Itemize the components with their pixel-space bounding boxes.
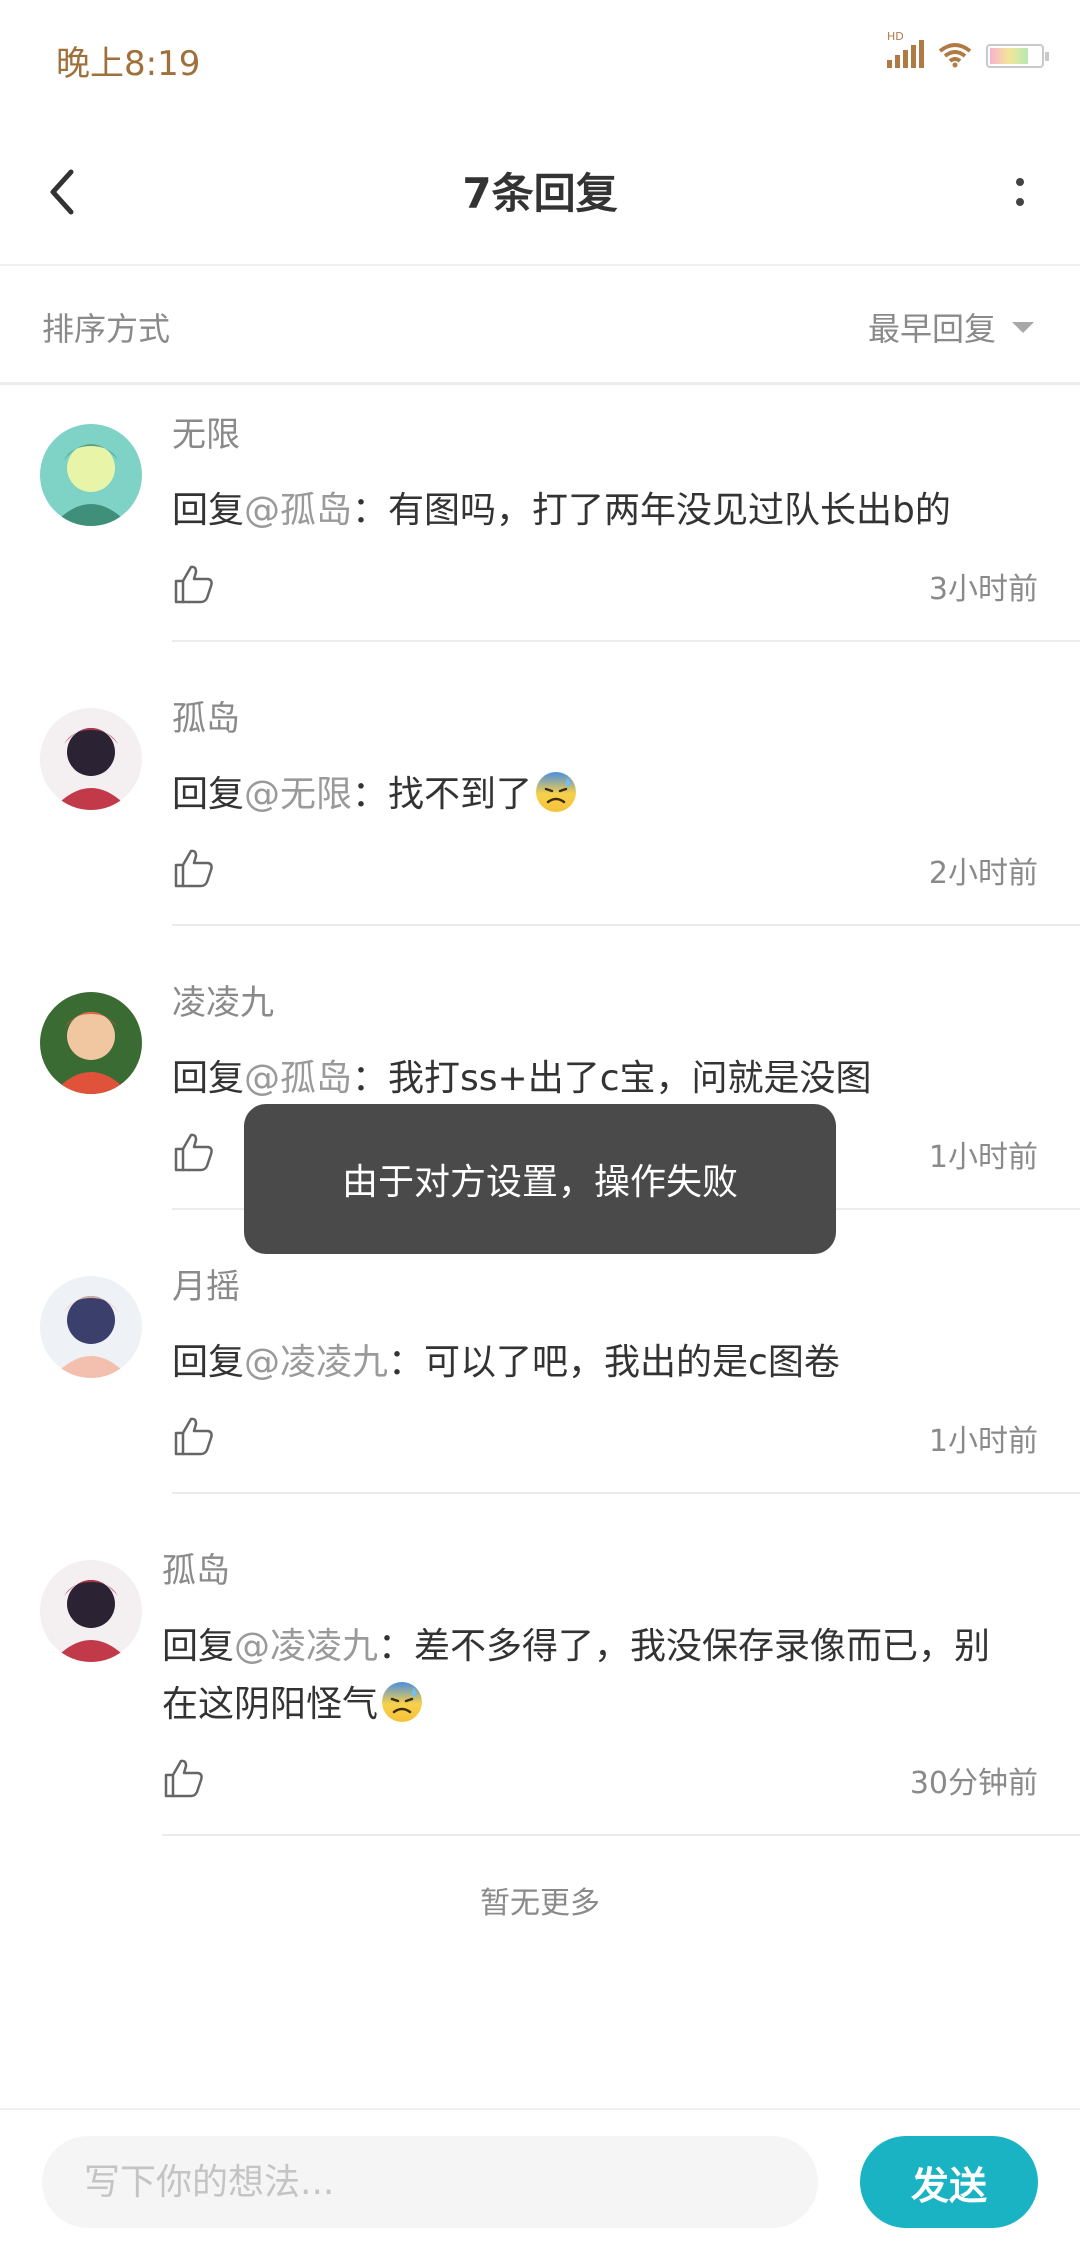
- reply-mention[interactable]: @凌凌九: [234, 1626, 378, 1667]
- reply-mention[interactable]: @凌凌九: [244, 1342, 388, 1383]
- reply-prefix: 回复: [172, 774, 245, 815]
- hd-label: HD: [887, 30, 904, 43]
- comment-author[interactable]: 无限: [172, 414, 1080, 456]
- reply-mention[interactable]: @孤岛: [244, 490, 352, 531]
- more-button[interactable]: [990, 162, 1050, 222]
- comment-time: 2小时前: [928, 856, 1038, 891]
- comment-divider: [162, 1834, 1080, 1836]
- reply-prefix: 回复: [172, 1058, 245, 1099]
- thumbs-up-icon: [174, 565, 213, 604]
- send-button[interactable]: 发送: [860, 2136, 1038, 2228]
- comment-footer: 30分钟前: [162, 1748, 1080, 1808]
- reply-prefix: 回复: [172, 1342, 245, 1383]
- reply-prefix: 回复: [162, 1626, 235, 1667]
- thumbs-up-icon: [174, 849, 213, 888]
- nav-bar: 7条回复: [0, 120, 1080, 266]
- comment-footer: 2小时前: [172, 838, 1080, 898]
- comment-divider: [172, 640, 1080, 642]
- sweat-emoji-icon: [382, 1682, 423, 1722]
- comment-time: 3小时前: [928, 572, 1038, 607]
- comment-time: 1小时前: [928, 1140, 1038, 1175]
- reply-separator: ：: [388, 1342, 425, 1383]
- reply-mention[interactable]: @无限: [244, 774, 352, 815]
- comment-content: 可以了吧，我出的是c图卷: [424, 1342, 840, 1383]
- avatar[interactable]: [40, 992, 142, 1094]
- reply-separator: ：: [352, 774, 389, 815]
- toast-message: 由于对方设置，操作失败: [244, 1104, 836, 1254]
- avatar[interactable]: [40, 424, 142, 526]
- comment-divider: [172, 1492, 1080, 1494]
- sort-row: 排序方式 最早回复: [0, 266, 1080, 385]
- caret-down-icon: [1012, 321, 1034, 333]
- wifi-icon: [938, 43, 972, 68]
- reply-mention[interactable]: @孤岛: [244, 1058, 352, 1099]
- status-time: 晚上8:19: [56, 44, 201, 84]
- reply-prefix: 回复: [172, 490, 245, 531]
- battery-icon: [986, 44, 1049, 68]
- no-more-label: 暂无更多: [480, 1886, 600, 1921]
- sort-label: 排序方式: [42, 310, 171, 348]
- status-icons: HD: [887, 30, 1049, 68]
- sweat-emoji-icon: [536, 772, 577, 812]
- comment-time: 1小时前: [928, 1424, 1038, 1459]
- thumbs-up-icon: [174, 1133, 213, 1172]
- sort-value: 最早回复: [867, 310, 996, 348]
- comment-author[interactable]: 孤岛: [162, 1550, 1080, 1592]
- comment-text: 回复@孤岛：我打ss+出了c宝，问就是没图: [172, 1050, 1032, 1108]
- comment-text: 回复@凌凌九：可以了吧，我出的是c图卷: [172, 1334, 1032, 1392]
- comment-author[interactable]: 孤岛: [172, 698, 1080, 740]
- thumbs-up-icon: [174, 1417, 213, 1456]
- sort-dropdown[interactable]: 最早回复: [868, 304, 1034, 350]
- comment-footer: 3小时前: [172, 554, 1080, 614]
- avatar[interactable]: [40, 1560, 142, 1662]
- comment-text: 回复@凌凌九：差不多得了，我没保存录像而已，别在这阴阳怪气: [162, 1618, 1022, 1734]
- comment-time: 30分钟前: [909, 1766, 1038, 1801]
- input-bar: 发送: [0, 2108, 1080, 2248]
- page-title: 7条回复: [462, 169, 618, 218]
- avatar[interactable]: [40, 708, 142, 810]
- comment-content: 有图吗，打了两年没见过队长出b的: [388, 490, 951, 531]
- avatar[interactable]: [40, 1276, 142, 1378]
- reply-separator: ：: [352, 1058, 389, 1099]
- more-vertical-icon: [1016, 178, 1024, 186]
- comment-input[interactable]: [42, 2136, 818, 2228]
- thumbs-up-icon: [164, 1759, 203, 1798]
- reply-separator: ：: [352, 490, 389, 531]
- status-bar: 晚上8:19 HD: [0, 0, 1080, 120]
- comment-footer: 1小时前: [172, 1406, 1080, 1466]
- signal-icon: HD: [887, 30, 924, 68]
- comment-author[interactable]: 月摇: [172, 1266, 1080, 1308]
- comment-content: 找不到了: [388, 774, 533, 815]
- comment-text: 回复@孤岛：有图吗，打了两年没见过队长出b的: [172, 482, 1032, 540]
- comment-content: 我打ss+出了c宝，问就是没图: [388, 1058, 872, 1099]
- comment-divider: [172, 924, 1080, 926]
- reply-separator: ：: [378, 1626, 415, 1667]
- comment-text: 回复@无限：找不到了: [172, 766, 1032, 824]
- comment-author[interactable]: 凌凌九: [172, 982, 1080, 1024]
